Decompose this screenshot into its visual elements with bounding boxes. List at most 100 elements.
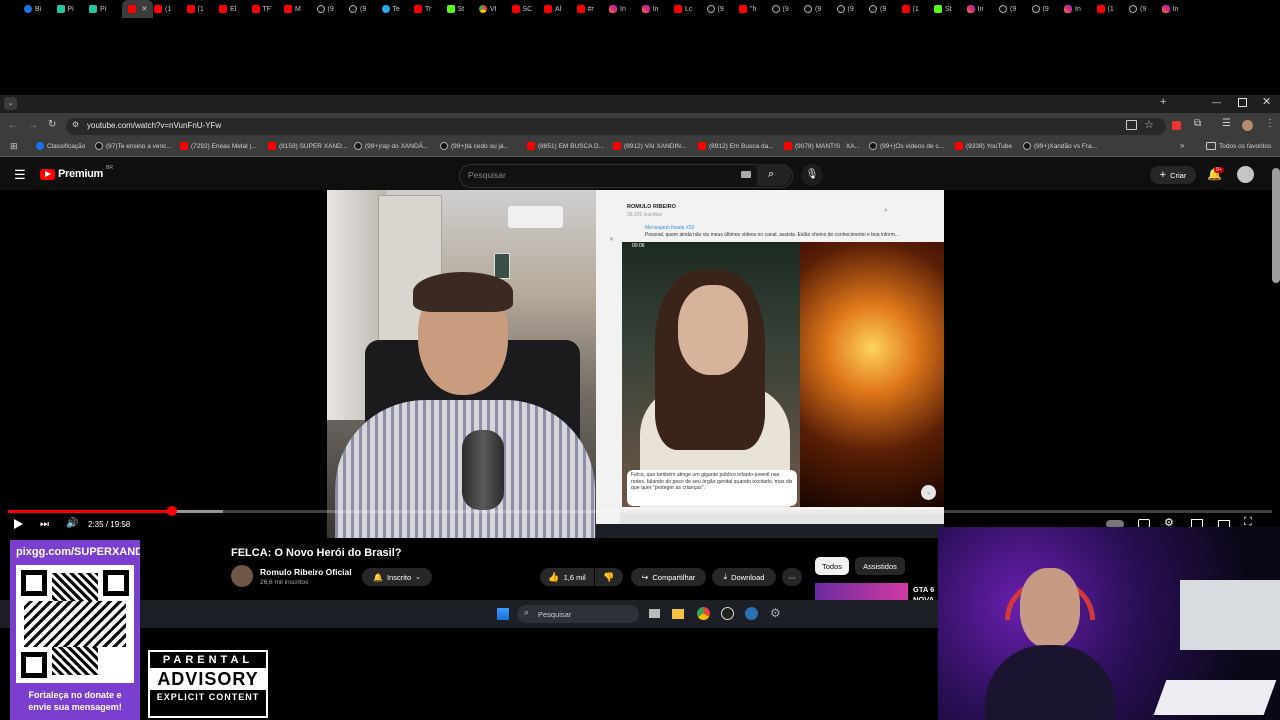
share-button[interactable]: ↪ Compartilhar <box>631 568 706 586</box>
steam-icon[interactable] <box>745 607 758 620</box>
browser-tab[interactable]: In <box>1161 2 1178 16</box>
bookmark-item[interactable]: (9338) YouTube <box>955 142 1012 150</box>
page-scrollbar[interactable] <box>1272 168 1280 283</box>
browser-tab[interactable]: (9 <box>999 2 1016 16</box>
bookmark-item[interactable]: (8912) VAI XANDIN... <box>613 142 686 150</box>
browser-tab[interactable]: Tr <box>414 2 431 16</box>
close-window-icon[interactable]: ✕ <box>1262 95 1271 108</box>
windows-search-box[interactable] <box>517 605 639 623</box>
next-icon[interactable]: ⏭ <box>40 519 49 530</box>
browser-tab[interactable]: M <box>284 2 301 16</box>
forward-icon[interactable]: → <box>28 120 38 131</box>
all-bookmarks-button[interactable]: Todos os favoritos <box>1206 142 1271 150</box>
browser-tab[interactable]: Al <box>544 2 561 16</box>
play-icon[interactable] <box>14 519 23 529</box>
install-icon[interactable] <box>1126 120 1137 130</box>
browser-tab[interactable]: Lc <box>674 2 692 16</box>
browser-tab[interactable]: St <box>446 2 464 16</box>
reading-list-icon[interactable]: ☰ <box>1222 118 1231 129</box>
browser-tab[interactable]: (9 <box>349 2 366 16</box>
youtube-logo[interactable]: Premium BR <box>40 165 113 180</box>
create-button[interactable]: + Criar <box>1150 166 1196 184</box>
browser-tab[interactable]: SC <box>511 2 532 16</box>
browser-tab[interactable]: In <box>966 2 983 16</box>
more-actions-button[interactable]: ⋯ <box>782 568 802 586</box>
browser-tab[interactable]: (9 <box>804 2 821 16</box>
address-bar[interactable] <box>66 118 1166 135</box>
browser-tab[interactable]: El <box>219 2 236 16</box>
search-input[interactable]: Pesquisar <box>468 170 506 180</box>
filter-chip-assistidos[interactable]: Assistidos <box>855 557 905 575</box>
like-button[interactable]: 👍 1,6 mil <box>540 568 594 586</box>
bookmark-item[interactable]: (99+)Xandão vs Fra... <box>1023 142 1097 150</box>
bookmark-item[interactable]: (99+)tá cedo ou já... <box>440 142 509 150</box>
browser-tab[interactable]: In <box>641 2 658 16</box>
browser-tab[interactable]: (9 <box>316 2 334 16</box>
browser-tab[interactable]: (9 <box>771 2 789 16</box>
task-view-icon[interactable] <box>649 609 660 618</box>
browser-tab[interactable]: Bi <box>24 2 41 16</box>
subscribed-button[interactable]: 🔔 Inscrito ⌄ <box>362 568 432 586</box>
account-avatar[interactable] <box>1237 166 1254 183</box>
download-button[interactable]: ⤓ Download <box>712 568 776 586</box>
file-explorer-icon[interactable] <box>672 609 684 619</box>
extensions-puzzle-icon[interactable]: ⧉ <box>1194 118 1201 129</box>
browser-tab[interactable]: "h <box>739 2 756 16</box>
tab-search-button[interactable]: ⌄ <box>4 97 17 110</box>
windows-start-icon[interactable] <box>497 608 509 620</box>
profile-avatar[interactable] <box>1242 120 1253 131</box>
hamburger-menu-icon[interactable]: ☰ <box>14 167 26 183</box>
dislike-button[interactable]: 👎 <box>595 568 623 586</box>
bookmark-item[interactable]: (8912) Em Busca da... <box>698 142 774 150</box>
browser-tab[interactable]: In <box>1064 2 1081 16</box>
browser-tab[interactable]: (1 <box>1096 2 1114 16</box>
volume-icon[interactable]: 🔊 <box>66 518 78 529</box>
browser-tab[interactable]: Pi <box>89 2 106 16</box>
minimize-icon[interactable]: — <box>1212 97 1221 107</box>
new-tab-button[interactable]: + <box>1160 96 1166 108</box>
bookmark-star-icon[interactable]: ☆ <box>1144 118 1154 131</box>
maximize-icon[interactable] <box>1238 98 1247 107</box>
browser-tab[interactable]: TF <box>251 2 271 16</box>
browser-tab[interactable]: #r <box>576 2 594 16</box>
browser-tab[interactable]: St <box>934 2 952 16</box>
menu-icon[interactable]: ⋮ <box>1265 118 1275 129</box>
browser-tab[interactable]: (9 <box>1031 2 1049 16</box>
browser-tab[interactable]: In <box>609 2 626 16</box>
channel-name[interactable]: Romulo Ribeiro Oficial <box>260 567 352 577</box>
more-bookmarks-icon[interactable]: » <box>1180 141 1184 150</box>
windows-search-input[interactable]: Pesquisar <box>538 610 571 619</box>
back-icon[interactable]: ← <box>8 120 18 131</box>
tab-close-icon[interactable]: ✕ <box>142 5 148 13</box>
site-info-icon[interactable]: ⚙ <box>72 120 79 129</box>
filter-chip-todos[interactable]: Todos <box>815 557 849 575</box>
bookmark-item[interactable]: (8851) EM BUSCA D... <box>527 142 604 150</box>
extension-icon-red[interactable] <box>1172 121 1181 130</box>
browser-tab[interactable]: (1 <box>186 2 204 16</box>
bookmark-item[interactable]: Classificação <box>36 142 85 150</box>
browser-tab[interactable]: ✕ <box>121 0 154 18</box>
channel-avatar[interactable] <box>231 565 253 587</box>
apps-icon[interactable]: ⊞ <box>10 141 18 152</box>
bookmark-item[interactable]: (7292) Enéas Metal |... <box>180 142 257 150</box>
obs-icon[interactable] <box>721 607 734 620</box>
browser-tab[interactable]: Pi <box>56 2 74 16</box>
voice-search-icon[interactable]: 🎙 <box>801 164 823 186</box>
browser-tab[interactable]: (9 <box>869 2 886 16</box>
browser-tab[interactable]: (9 <box>836 2 854 16</box>
browser-tab[interactable]: (9 <box>706 2 724 16</box>
browser-tab[interactable]: Te <box>381 2 400 16</box>
bookmark-item[interactable]: (99+)rap do XANDÃ... <box>354 142 428 150</box>
browser-tab[interactable]: VI <box>479 2 497 16</box>
bookmark-item[interactable]: (8159) SUPER XAND... <box>268 142 347 150</box>
browser-tab[interactable]: (1 <box>901 2 919 16</box>
browser-tab[interactable]: (9 <box>1129 2 1146 16</box>
chrome-icon[interactable] <box>697 607 710 620</box>
bookmark-item[interactable]: (97)Te ensino a venc... <box>95 142 172 150</box>
keyboard-icon[interactable] <box>741 171 751 178</box>
url-text[interactable]: youtube.com/watch?v=nVunFnU-YFw <box>87 121 221 130</box>
reload-icon[interactable]: ↻ <box>48 119 56 130</box>
bookmark-item[interactable]: (99+)Os vídeos de c... <box>869 142 944 150</box>
settings-app-icon[interactable]: ⚙ <box>770 606 781 620</box>
browser-tab[interactable]: (1 <box>154 2 171 16</box>
